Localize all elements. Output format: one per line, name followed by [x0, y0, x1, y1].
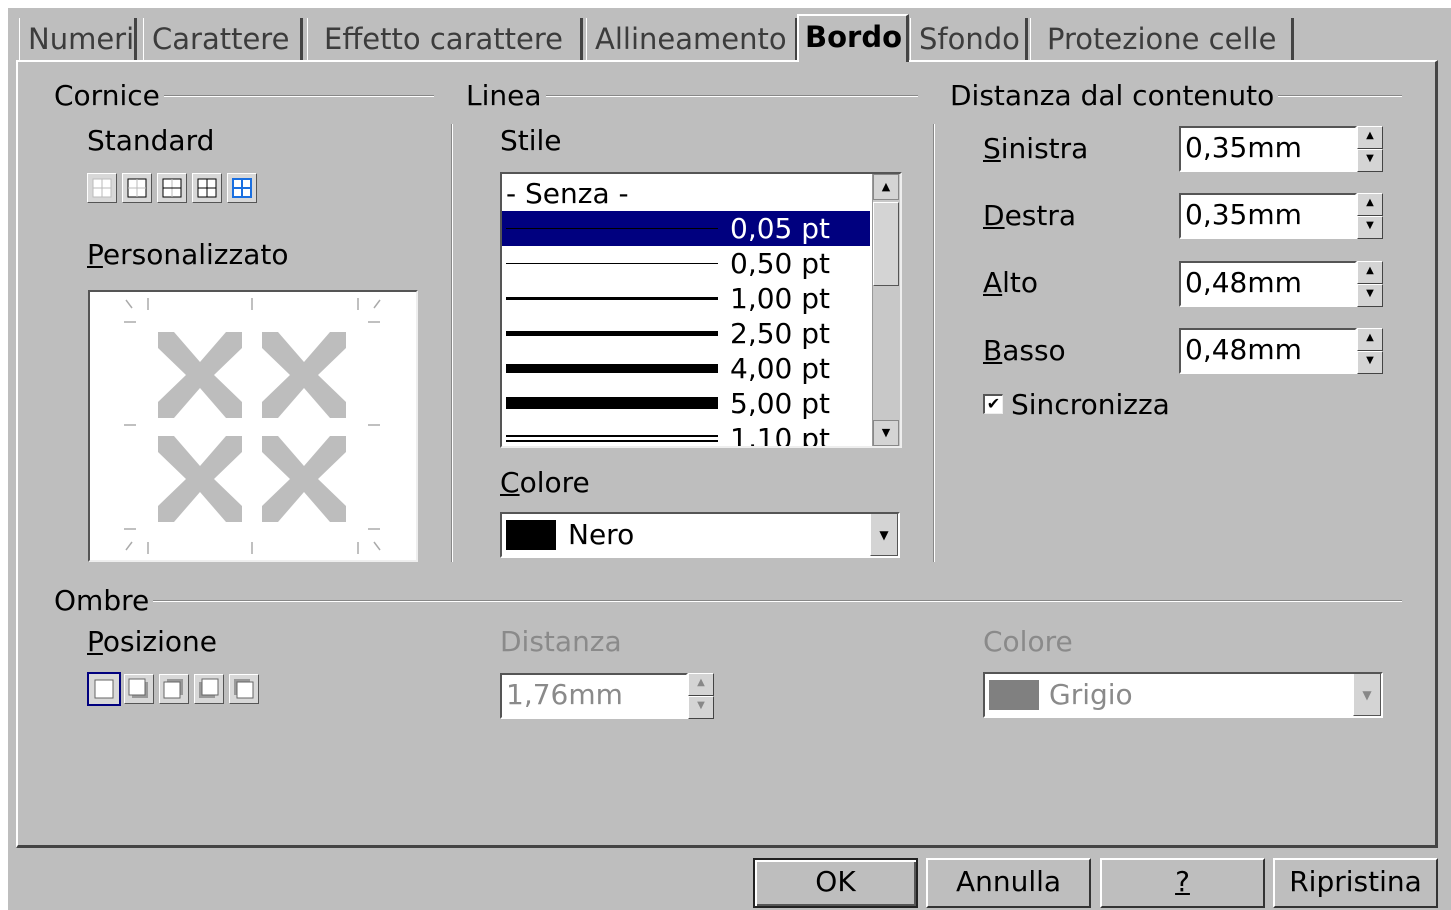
- annulla-button[interactable]: Annulla: [926, 858, 1091, 908]
- distanza-title: Distanza dal contenuto: [950, 79, 1279, 113]
- tab-allineamento[interactable]: Allineamento: [586, 18, 798, 60]
- custom-border-preview[interactable]: [88, 290, 418, 562]
- sinistra-label: Sinistra: [983, 132, 1089, 165]
- no-shadow-icon[interactable]: [87, 672, 121, 706]
- cornice-title: Cornice: [54, 79, 164, 113]
- shadow-distanza-label: Distanza: [500, 625, 622, 658]
- ombre-title: Ombre: [54, 584, 154, 618]
- destra-spinner[interactable]: ▲ ▼: [1357, 193, 1383, 239]
- shadow-bottom-right-icon[interactable]: [124, 674, 154, 704]
- sync-checkbox[interactable]: ✔: [983, 394, 1003, 414]
- shadow-bottom-left-icon[interactable]: [194, 674, 224, 704]
- list-item[interactable]: 2,50 pt: [502, 316, 870, 351]
- tab-label: Sfondo: [919, 22, 1020, 56]
- ok-button[interactable]: OK: [753, 858, 918, 908]
- color-value: Grigio: [1049, 678, 1133, 711]
- color-swatch: [506, 520, 556, 550]
- destra-field[interactable]: 0,35mm: [1179, 193, 1357, 239]
- tab-label: Carattere: [152, 22, 290, 56]
- outer-horizontal-icon[interactable]: [157, 173, 187, 203]
- no-border-icon[interactable]: [87, 173, 117, 203]
- chevron-down-icon[interactable]: ▼: [870, 514, 898, 556]
- sinistra-spinner[interactable]: ▲ ▼: [1357, 126, 1383, 172]
- scroll-up-icon[interactable]: ▲: [873, 174, 899, 200]
- tab-numeri[interactable]: Numeri: [19, 18, 137, 60]
- alto-spinner[interactable]: ▲ ▼: [1357, 261, 1383, 307]
- tab-carattere[interactable]: Carattere: [143, 18, 303, 60]
- line-color-dropdown[interactable]: Nero ▼: [500, 512, 900, 558]
- outer-all-icon[interactable]: [192, 173, 222, 203]
- shadow-top-left-icon[interactable]: [229, 674, 259, 704]
- scroll-thumb[interactable]: [873, 202, 899, 286]
- line-style-list[interactable]: - Senza - 0,05 pt 0,50 pt 1,00 pt 2,50 p…: [500, 172, 902, 448]
- basso-label: Basso: [983, 334, 1066, 367]
- sinistra-field[interactable]: 0,35mm: [1179, 126, 1357, 172]
- shadow-distance-spinner[interactable]: ▲ ▼: [688, 673, 714, 719]
- colore-label: Colore: [500, 466, 590, 499]
- tab-bordo[interactable]: Bordo: [797, 14, 909, 62]
- tab-label: Allineamento: [595, 22, 787, 56]
- help-button[interactable]: ?: [1100, 858, 1265, 908]
- shadow-distance-field[interactable]: 1,76mm: [500, 673, 688, 719]
- group-line: [60, 600, 1402, 602]
- list-item[interactable]: 0,05 pt: [502, 211, 870, 246]
- tab-effetto-carattere[interactable]: Effetto carattere: [307, 18, 583, 60]
- standard-label: Standard: [87, 124, 215, 157]
- list-item[interactable]: 0,50 pt: [502, 246, 870, 281]
- tab-label: Numeri: [28, 22, 135, 56]
- posizione-label: Posizione: [87, 625, 217, 658]
- separator: [933, 124, 935, 562]
- all-inner-icon[interactable]: [227, 173, 257, 203]
- basso-spinner[interactable]: ▲ ▼: [1357, 328, 1383, 374]
- list-item[interactable]: 5,00 pt: [502, 386, 870, 421]
- list-item[interactable]: 1,10 pt: [502, 421, 870, 446]
- shadow-colore-label: Colore: [983, 625, 1073, 658]
- alto-label: Alto: [983, 266, 1039, 299]
- shadow-color-dropdown[interactable]: Grigio ▼: [983, 672, 1383, 718]
- scroll-down-icon[interactable]: ▼: [873, 420, 899, 446]
- linea-title: Linea: [466, 79, 546, 113]
- outer-border-icon[interactable]: [122, 173, 152, 203]
- list-scrollbar[interactable]: ▲ ▼: [872, 174, 900, 446]
- color-value: Nero: [568, 518, 635, 551]
- shadow-top-right-icon[interactable]: [159, 674, 189, 704]
- tab-sfondo[interactable]: Sfondo: [910, 18, 1028, 60]
- list-item[interactable]: 4,00 pt: [502, 351, 870, 386]
- list-item[interactable]: 1,00 pt: [502, 281, 870, 316]
- list-item[interactable]: - Senza -: [502, 176, 870, 211]
- tab-label: Bordo: [805, 20, 903, 54]
- tab-label: Protezione celle: [1047, 22, 1277, 56]
- personalizzato-label: Personalizzato: [87, 238, 289, 271]
- tab-protezione-celle[interactable]: Protezione celle: [1030, 18, 1294, 60]
- separator: [451, 124, 453, 562]
- alto-field[interactable]: 0,48mm: [1179, 261, 1357, 307]
- sync-label: Sincronizza: [1011, 388, 1170, 421]
- destra-label: Destra: [983, 199, 1077, 232]
- ripristina-button[interactable]: Ripristina: [1273, 858, 1438, 908]
- stile-label: Stile: [500, 124, 562, 157]
- tab-label: Effetto carattere: [324, 22, 563, 56]
- color-swatch: [989, 680, 1039, 710]
- basso-field[interactable]: 0,48mm: [1179, 328, 1357, 374]
- chevron-down-icon[interactable]: ▼: [1353, 674, 1381, 716]
